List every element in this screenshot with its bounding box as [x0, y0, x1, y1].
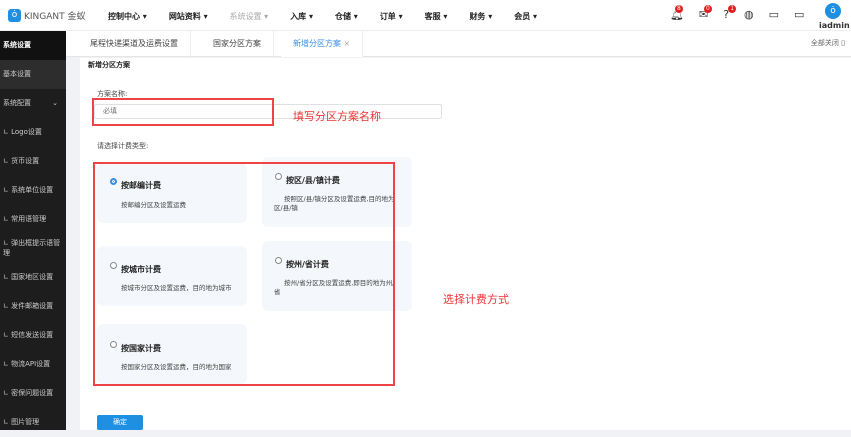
nav-orders[interactable]: 订单 ▾ — [380, 11, 403, 22]
sidebar-item[interactable]: ∟ 弹出框提示语管理 — [0, 234, 66, 263]
close-all-button[interactable]: 全部关闭 ▯ — [811, 38, 845, 48]
annotation-type: 选择计费方式 — [443, 293, 509, 306]
trash-icon: ▯ — [841, 39, 845, 47]
avatar[interactable]: ȯ — [825, 3, 841, 19]
tab-country-zones[interactable]: 国家分区方案 — [201, 31, 274, 57]
sidebar-item[interactable]: 系统配置 ⌄ — [0, 89, 66, 118]
globe-icon[interactable]: ◍ — [744, 8, 754, 21]
nav-system-settings[interactable]: 系统设置 ▾ — [230, 11, 269, 22]
nav-storage[interactable]: 仓储 ▾ — [335, 11, 358, 22]
sidebar-title: 系统设置 — [0, 31, 66, 60]
help-icon[interactable]: ? 1 — [723, 5, 737, 21]
main-nav: 控制中心 ▾ 网站资料 ▾ 系统设置 ▾ 入库 ▾ 仓储 ▾ 订单 ▾ 客服 ▾… — [108, 11, 559, 22]
nav-site-data[interactable]: 网站资料 ▾ — [169, 11, 208, 22]
chevron-down-icon: ⌄ — [52, 99, 58, 107]
sidebar-item-label: 系统配置 — [3, 99, 31, 107]
tab-bar: 尾程快递渠道及运费设置 国家分区方案 新增分区方案 × 全部关闭 ▯ — [66, 31, 851, 57]
sidebar-item[interactable]: ∟ 密保问题设置 — [0, 379, 66, 408]
bell-badge: 8 — [675, 5, 683, 13]
submit-button[interactable]: 确定 — [97, 415, 143, 430]
annotation-box-type — [93, 162, 395, 386]
annotation-box-name — [92, 98, 274, 126]
sidebar-item[interactable]: ∟ 图片管理 — [0, 408, 66, 437]
monitor-icon[interactable]: ▭ — [769, 8, 779, 21]
nav-members[interactable]: 会员 ▾ — [514, 11, 537, 22]
annotation-name: 填写分区方案名称 — [293, 110, 381, 123]
logo[interactable]: ȯ KINGANT 金蚁 — [8, 9, 86, 22]
sidebar: 系统设置 基本设置 系统配置 ⌄ ∟ Logo设置 ∟ 货币设置 ∟ 系统单位设置… — [0, 31, 66, 430]
nav-inbound[interactable]: 入库 ▾ — [290, 11, 313, 22]
close-all-label: 全部关闭 — [810, 39, 839, 47]
sidebar-item[interactable]: ∟ 物流API设置 — [0, 350, 66, 379]
close-icon[interactable]: × — [344, 39, 351, 48]
nav-service[interactable]: 客服 ▾ — [425, 11, 448, 22]
tab-shipping-channels[interactable]: 尾程快递渠道及运费设置 — [78, 31, 191, 57]
bell-icon[interactable]: 🔔︎ 8 — [670, 5, 684, 21]
logo-icon: ȯ — [8, 9, 21, 22]
sidebar-item[interactable]: ∟ 系统单位设置 — [0, 176, 66, 205]
type-label: 请选择计费类型: — [97, 142, 149, 150]
sidebar-item[interactable]: ∟ 发件邮箱设置 — [0, 292, 66, 321]
page-title: 新增分区方案 — [88, 61, 130, 69]
sidebar-item[interactable]: ∟ 货币设置 — [0, 147, 66, 176]
help-badge: 1 — [728, 5, 737, 13]
tab-label: 新增分区方案 — [293, 39, 341, 48]
tab-new-zone-scheme[interactable]: 新增分区方案 × — [281, 31, 364, 57]
sidebar-item[interactable]: ∟ 短信发送设置 — [0, 321, 66, 350]
message-badge: 0 — [703, 5, 712, 13]
nav-finance[interactable]: 财务 ▾ — [469, 11, 492, 22]
nav-control-center[interactable]: 控制中心 ▾ — [108, 11, 147, 22]
username[interactable]: iadmin — [819, 21, 850, 30]
sidebar-item[interactable]: ∟ 国家地区设置 — [0, 263, 66, 292]
sidebar-item[interactable]: ∟ Logo设置 — [0, 118, 66, 147]
sidebar-item[interactable]: ∟ 常用语管理 — [0, 205, 66, 234]
top-header: ȯ KINGANT 金蚁 控制中心 ▾ 网站资料 ▾ 系统设置 ▾ 入库 ▾ 仓储… — [0, 0, 851, 31]
message-icon[interactable]: ✉︎ 0 — [699, 5, 712, 21]
screen-icon[interactable]: ▭ — [794, 8, 804, 21]
sidebar-item[interactable]: 基本设置 — [0, 60, 66, 89]
